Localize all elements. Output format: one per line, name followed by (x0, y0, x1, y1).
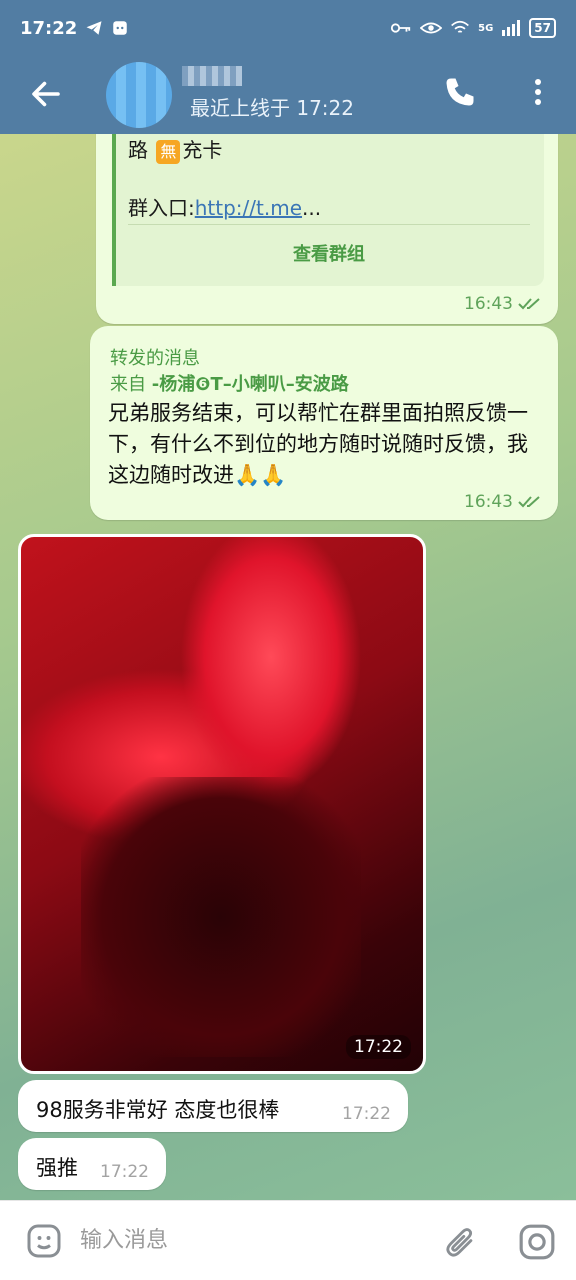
photo-message[interactable]: 17:22 (18, 534, 426, 1074)
wifi-icon (451, 20, 470, 33)
card-divider (128, 224, 530, 225)
message-time: 17:22 (342, 1104, 391, 1124)
forwarded-from[interactable]: 来自 -杨浦❻T–小喇叭–安波路 (110, 370, 349, 396)
photo-shadow (81, 777, 361, 1057)
forwarded-message-text: 兄弟服务结束，可以帮忙在群里面拍照反馈一下，有什么不到位的地方随时说随时反馈，我… (108, 401, 528, 487)
message-input-bar: 输入消息 (0, 1200, 576, 1280)
incoming-message-text: 98服务非常好 态度也很棒 (36, 1098, 280, 1122)
signal-icon (502, 20, 521, 36)
double-check-icon (518, 496, 541, 508)
forwarded-label: 转发的消息 (110, 348, 200, 369)
battery-indicator: 57 (529, 18, 556, 38)
message-time: 16:43 (464, 294, 544, 314)
photo-time: 17:22 (346, 1035, 411, 1059)
arrow-left-icon[interactable] (28, 76, 64, 112)
eye-icon (420, 22, 443, 34)
contact-name-blurred[interactable] (182, 66, 242, 86)
key-icon (391, 23, 411, 33)
avatar[interactable] (106, 62, 172, 128)
last-seen-status: 最近上线于 17:22 (190, 96, 354, 120)
paperclip-icon[interactable] (444, 1223, 478, 1261)
network-type: 5G (478, 22, 494, 34)
chat-area[interactable]: 路 無充卡 群入口:http://t.me... 查看群组 16:43 转发的消… (0, 134, 576, 1200)
card-line-1: 路 無充卡 (128, 138, 223, 164)
message-time: 16:43 (464, 492, 544, 512)
status-time: 17:22 (20, 17, 78, 39)
double-check-icon (518, 298, 541, 310)
app-notification-icon (113, 21, 128, 35)
group-link[interactable]: http://t.me (195, 196, 302, 220)
status-bar: 17:22 5G 57 (0, 0, 576, 56)
card-line-2: 群入口:http://t.me... (128, 196, 322, 220)
no-badge-icon: 無 (156, 140, 181, 164)
incoming-message-text: 强推 (36, 1156, 78, 1180)
more-vertical-icon[interactable] (524, 74, 552, 110)
telegram-notification-icon (86, 21, 102, 35)
chat-header: 最近上线于 17:22 (0, 56, 576, 134)
view-group-button[interactable]: 查看群组 (128, 240, 530, 266)
camera-icon[interactable] (518, 1223, 556, 1261)
message-time: 17:22 (100, 1162, 149, 1182)
message-input[interactable]: 输入消息 (80, 1221, 420, 1261)
phone-icon[interactable] (442, 74, 478, 110)
emoji-icon[interactable] (26, 1223, 62, 1259)
